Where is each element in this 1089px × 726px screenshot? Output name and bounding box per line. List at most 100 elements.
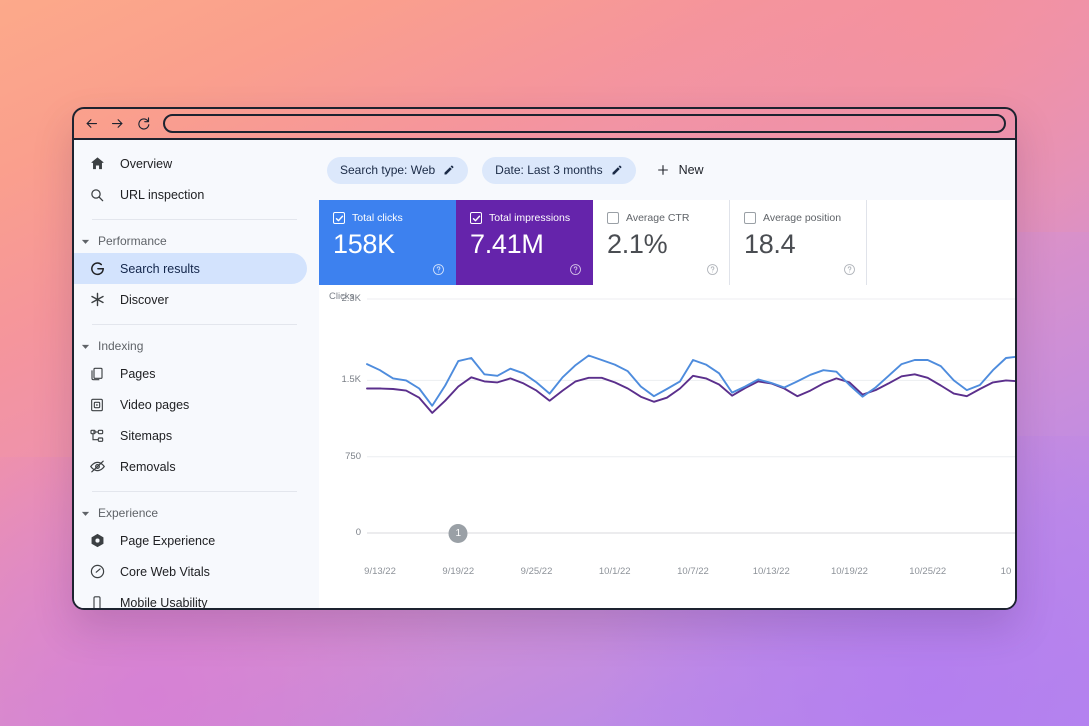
- main-content: Search type: Web Date: Last 3 months New…: [319, 140, 1015, 608]
- sidebar-item-label: Core Web Vitals: [120, 564, 210, 579]
- metric-card-title: Total impressions: [489, 212, 571, 224]
- sidebar-item-label: Pages: [120, 366, 156, 381]
- sidebar-item-label: Removals: [120, 459, 176, 474]
- sidebar-item-label: Page Experience: [120, 533, 216, 548]
- help-icon[interactable]: [706, 263, 719, 276]
- sidebar-divider-2: [92, 324, 297, 325]
- url-address-bar[interactable]: [163, 114, 1006, 133]
- metric-card-header: Average position: [744, 212, 852, 224]
- search-icon: [88, 186, 106, 204]
- chart-y-tick-label: 750: [345, 450, 361, 462]
- sidebar-item-search-results[interactable]: Search results: [74, 253, 307, 284]
- asterisk-icon: [88, 291, 106, 309]
- sidebar-item-removals[interactable]: Removals: [74, 451, 307, 482]
- browser-chrome-bar: [74, 109, 1015, 140]
- sidebar-item-url-inspection[interactable]: URL inspection: [74, 179, 307, 210]
- chart-x-tick-label: 10: [1000, 566, 1012, 577]
- chevron-down-icon: [80, 508, 90, 518]
- sidebar: Overview URL inspection Performance Sear…: [74, 140, 319, 608]
- sidebar-item-label: Video pages: [120, 397, 190, 412]
- speedometer-icon: [88, 563, 106, 581]
- filter-chip-label: Search type: Web: [340, 163, 436, 177]
- video-page-icon: [88, 396, 106, 414]
- help-icon[interactable]: [843, 263, 856, 276]
- metric-card-header: Total clicks: [333, 212, 441, 224]
- pencil-icon[interactable]: [611, 164, 623, 176]
- performance-chart[interactable]: Clicks 2.3K 1.5K 750 0 9/13/22 9/19/22 9/25/2…: [319, 285, 1015, 585]
- browser-window: Overview URL inspection Performance Sear…: [72, 107, 1017, 610]
- metric-card-total-clicks[interactable]: Total clicks 158K: [319, 200, 456, 285]
- metric-card-title: Total clicks: [352, 212, 403, 224]
- checkbox-checked-icon[interactable]: [470, 212, 482, 224]
- chart-x-tick-label: 10/7/22: [677, 566, 709, 577]
- help-icon[interactable]: [569, 263, 582, 276]
- filter-chip-search-type[interactable]: Search type: Web: [327, 156, 469, 184]
- chart-y-tick-label: 0: [355, 527, 361, 538]
- metric-card-value: 7.41M: [470, 229, 544, 259]
- sidebar-section-label: Indexing: [98, 339, 144, 353]
- sidebar-item-label: Search results: [120, 261, 200, 276]
- pencil-icon[interactable]: [443, 164, 455, 176]
- sidebar-divider-3: [92, 491, 297, 492]
- help-icon[interactable]: [432, 263, 445, 276]
- metric-card-title: Average position: [763, 212, 842, 224]
- sidebar-item-pages[interactable]: Pages: [74, 358, 307, 389]
- sidebar-item-label: Overview: [120, 156, 173, 171]
- filter-chip-date[interactable]: Date: Last 3 months: [482, 156, 636, 184]
- sidebar-item-video-pages[interactable]: Video pages: [74, 389, 307, 420]
- checkbox-unchecked-icon[interactable]: [607, 212, 619, 224]
- chart-y-tick-label: 2.3K: [341, 293, 361, 304]
- sidebar-item-label: URL inspection: [120, 187, 205, 202]
- chart-annotation-badge[interactable]: 1: [448, 524, 468, 543]
- metric-card-value: 158K: [333, 229, 395, 259]
- chart-x-tick-label: 10/25/22: [909, 566, 947, 577]
- chevron-down-icon: [80, 236, 90, 246]
- metric-card-total-impressions[interactable]: Total impressions 7.41M: [456, 200, 593, 285]
- reload-icon[interactable]: [135, 115, 152, 132]
- chart-x-tick-label: 9/25/22: [520, 566, 553, 577]
- metric-card-header: Average CTR: [607, 212, 715, 224]
- plus-icon: [656, 163, 670, 177]
- metric-card-average-position[interactable]: Average position 18.4: [730, 200, 866, 285]
- filter-bar: Search type: Web Date: Last 3 months New: [319, 140, 1015, 200]
- metric-card-header: Total impressions: [470, 212, 578, 224]
- page-experience-icon: [88, 532, 106, 550]
- home-icon: [88, 155, 106, 173]
- sidebar-section-indexing[interactable]: Indexing: [74, 334, 319, 358]
- filter-chip-label: Date: Last 3 months: [495, 163, 603, 177]
- google-g-icon: [88, 260, 106, 278]
- back-icon[interactable]: [83, 115, 100, 132]
- sidebar-section-experience[interactable]: Experience: [74, 501, 319, 525]
- metric-card-title: Average CTR: [626, 212, 690, 224]
- chevron-down-icon: [80, 341, 90, 351]
- sidebar-section-performance[interactable]: Performance: [74, 229, 319, 253]
- chart-x-tick-label: 10/1/22: [598, 566, 631, 577]
- sitemap-icon: [88, 427, 106, 445]
- checkbox-unchecked-icon[interactable]: [744, 212, 756, 224]
- new-filter-label: New: [678, 163, 704, 177]
- search-console-app: Overview URL inspection Performance Sear…: [74, 140, 1015, 608]
- chart-x-tick-label: 10/19/22: [830, 566, 868, 577]
- pages-icon: [88, 365, 106, 383]
- metric-card-average-ctr[interactable]: Average CTR 2.1%: [593, 200, 730, 285]
- sidebar-item-label: Mobile Usability: [120, 595, 208, 609]
- metric-card-value: 18.4: [744, 229, 796, 259]
- checkbox-checked-icon[interactable]: [333, 212, 345, 224]
- metric-cards: Total clicks 158K Total impressions 7.41: [319, 200, 867, 285]
- chart-x-tick-label: 10/13/22: [752, 566, 790, 577]
- chart-x-tick-label: 9/13/22: [364, 566, 396, 577]
- forward-icon[interactable]: [109, 115, 126, 132]
- sidebar-section-label: Experience: [98, 506, 159, 520]
- sidebar-item-label: Discover: [120, 292, 169, 307]
- mobile-icon: [88, 594, 106, 608]
- metric-card-value: 2.1%: [607, 229, 668, 259]
- sidebar-item-mobile-usability[interactable]: Mobile Usability: [74, 587, 307, 608]
- sidebar-section-label: Performance: [98, 234, 167, 248]
- sidebar-item-sitemaps[interactable]: Sitemaps: [74, 420, 307, 451]
- sidebar-item-core-web-vitals[interactable]: Core Web Vitals: [74, 556, 307, 587]
- sidebar-item-page-experience[interactable]: Page Experience: [74, 525, 307, 556]
- sidebar-item-overview[interactable]: Overview: [74, 148, 307, 179]
- new-filter-button[interactable]: New: [650, 157, 710, 184]
- sidebar-item-discover[interactable]: Discover: [74, 284, 307, 315]
- chart-y-tick-label: 1.5K: [341, 374, 361, 386]
